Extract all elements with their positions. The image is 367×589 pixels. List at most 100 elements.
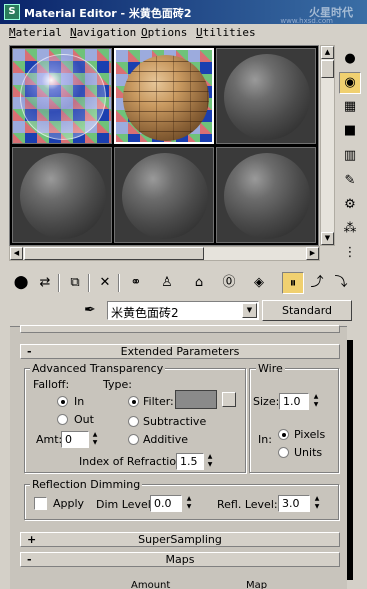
- dim-level-label: Dim Level:: [96, 498, 155, 511]
- type-label: Type:: [103, 378, 132, 391]
- filter-color-swatch[interactable]: [175, 390, 217, 409]
- group-label: Advanced Transparency: [30, 362, 166, 375]
- sample-slot-4[interactable]: [12, 147, 112, 243]
- title-bar: S Material Editor - 米黄色面砖2 火星时代 www.hxsd…: [0, 0, 367, 25]
- ior-field[interactable]: 1.5: [176, 453, 204, 470]
- filter-map-button[interactable]: [222, 392, 236, 407]
- sample-slot-1[interactable]: [12, 48, 112, 144]
- put-to-scene-icon[interactable]: ⇄: [34, 272, 56, 294]
- refl-level-label: Refl. Level:: [217, 498, 278, 511]
- scroll-thumb[interactable]: [24, 247, 204, 260]
- panel-scroll-thumb[interactable]: [347, 340, 353, 580]
- falloff-label: Falloff:: [33, 378, 70, 391]
- options-icon[interactable]: ⚙: [339, 194, 361, 216]
- material-effects-channel-icon[interactable]: ⌂: [188, 272, 210, 294]
- type-filter-radio[interactable]: [128, 396, 139, 407]
- ior-spinner-icon[interactable]: ▲ ▼: [205, 453, 215, 470]
- sample-slot-3[interactable]: [216, 48, 316, 144]
- get-material-icon[interactable]: ⬤: [10, 272, 32, 294]
- sample-slot-2[interactable]: [114, 48, 214, 144]
- material-name-field[interactable]: 米黄色面砖2 ▼: [107, 301, 259, 320]
- rollout-title: Extended Parameters: [120, 345, 240, 358]
- wire-size-field[interactable]: 1.0: [279, 393, 309, 410]
- assign-to-selection-icon[interactable]: ⧉: [64, 272, 86, 294]
- wire-size-label: Size:: [253, 395, 280, 408]
- menu-navigation[interactable]: Navigation: [70, 26, 136, 39]
- show-map-in-viewport-icon[interactable]: ◈: [248, 272, 270, 294]
- falloff-out-radio[interactable]: [57, 414, 68, 425]
- material-type-button[interactable]: Standard: [262, 300, 352, 321]
- refl-level-spinner-icon[interactable]: ▲ ▼: [312, 495, 322, 512]
- glass-sphere-preview: [20, 54, 106, 140]
- sample-uv-tiling-icon[interactable]: ■: [339, 120, 361, 142]
- ior-label: Index of Refraction:: [79, 455, 187, 468]
- make-unique-icon[interactable]: ⚭: [125, 272, 147, 294]
- type-subtractive-label: Subtractive: [143, 415, 207, 428]
- amt-field[interactable]: 0: [61, 431, 89, 448]
- select-by-material-icon[interactable]: ⁂: [339, 218, 361, 240]
- scroll-thumb[interactable]: [321, 60, 334, 78]
- rollout-sign: -: [27, 345, 32, 358]
- make-preview-icon[interactable]: ✎: [339, 170, 361, 192]
- rollout-sign: +: [27, 533, 37, 546]
- amt-spinner-icon[interactable]: ▲ ▼: [90, 431, 100, 448]
- slots-horizontal-scrollbar[interactable]: ◀ ▶: [9, 246, 320, 261]
- wire-size-spinner-icon[interactable]: ▲ ▼: [311, 393, 321, 410]
- type-additive-radio[interactable]: [128, 434, 139, 445]
- backlight-icon[interactable]: ◉: [339, 72, 361, 94]
- material-name-value: 米黄色面砖2: [111, 306, 179, 320]
- falloff-in-radio[interactable]: [57, 396, 68, 407]
- pick-material-eyedropper-icon[interactable]: ✒: [84, 302, 96, 318]
- material-id-icon[interactable]: ⓪: [218, 272, 240, 294]
- refl-level-field[interactable]: 3.0: [278, 495, 310, 512]
- scroll-left-icon[interactable]: ◀: [10, 247, 23, 260]
- slots-vertical-scrollbar[interactable]: ▲ ▼: [320, 45, 335, 246]
- apply-checkbox[interactable]: [34, 497, 47, 510]
- menu-material[interactable]: Material: [9, 26, 62, 39]
- rollout-supersampling[interactable]: + SuperSampling: [20, 532, 340, 547]
- scroll-down-icon[interactable]: ▼: [321, 232, 334, 245]
- brick-joint-overlay: [123, 55, 209, 141]
- sample-slot-5[interactable]: [114, 147, 214, 243]
- falloff-out-label: Out: [74, 413, 94, 426]
- go-forward-to-sibling-icon[interactable]: ⤵: [330, 272, 352, 294]
- type-filter-label: Filter:: [143, 395, 174, 408]
- type-subtractive-radio[interactable]: [128, 416, 139, 427]
- sample-slot-6[interactable]: [216, 147, 316, 243]
- dim-level-field[interactable]: 0.0: [150, 495, 182, 512]
- maps-amount-header: Amount: [131, 580, 171, 589]
- material-map-navigator-icon[interactable]: ⋮: [339, 242, 361, 264]
- sample-type-sphere-icon[interactable]: ●: [339, 48, 361, 70]
- chevron-down-icon[interactable]: ▼: [242, 303, 257, 318]
- falloff-in-label: In: [74, 395, 85, 408]
- dim-level-spinner-icon[interactable]: ▲ ▼: [184, 495, 194, 512]
- default-sphere-preview: [20, 153, 106, 239]
- reset-map-icon[interactable]: ✕: [94, 272, 116, 294]
- default-sphere-preview: [122, 153, 208, 239]
- video-color-check-icon[interactable]: ▥: [339, 145, 361, 167]
- go-to-parent-icon[interactable]: ⤴: [306, 272, 328, 294]
- background-checker-icon[interactable]: ▦: [339, 96, 361, 118]
- rollout-extended-parameters[interactable]: - Extended Parameters: [20, 344, 340, 359]
- menu-utilities[interactable]: Utilities: [196, 26, 256, 39]
- rollout-title: Maps: [165, 553, 195, 566]
- menu-options[interactable]: Options: [141, 26, 187, 39]
- apply-label: Apply: [53, 497, 85, 510]
- maps-map-header: Map: [246, 580, 268, 589]
- group-label: Wire: [256, 362, 285, 375]
- put-to-library-icon[interactable]: ♙: [156, 272, 178, 294]
- rollout-maps[interactable]: - Maps: [20, 552, 340, 567]
- toolbar-separator: [58, 274, 60, 292]
- scroll-up-icon[interactable]: ▲: [321, 46, 334, 59]
- wire-pixels-radio[interactable]: [278, 429, 289, 440]
- group-label: Reflection Dimming: [30, 478, 143, 491]
- wire-units-radio[interactable]: [278, 447, 289, 458]
- rollout-top-partial[interactable]: [20, 325, 340, 333]
- app-icon: S: [4, 4, 20, 20]
- wire-units-label: Units: [294, 446, 323, 459]
- window-title: Material Editor - 米黄色面砖2: [24, 7, 192, 20]
- default-sphere-preview: [224, 54, 310, 140]
- show-end-result-icon[interactable]: ⏸: [282, 272, 304, 294]
- default-sphere-preview: [224, 153, 310, 239]
- scroll-right-icon[interactable]: ▶: [306, 247, 319, 260]
